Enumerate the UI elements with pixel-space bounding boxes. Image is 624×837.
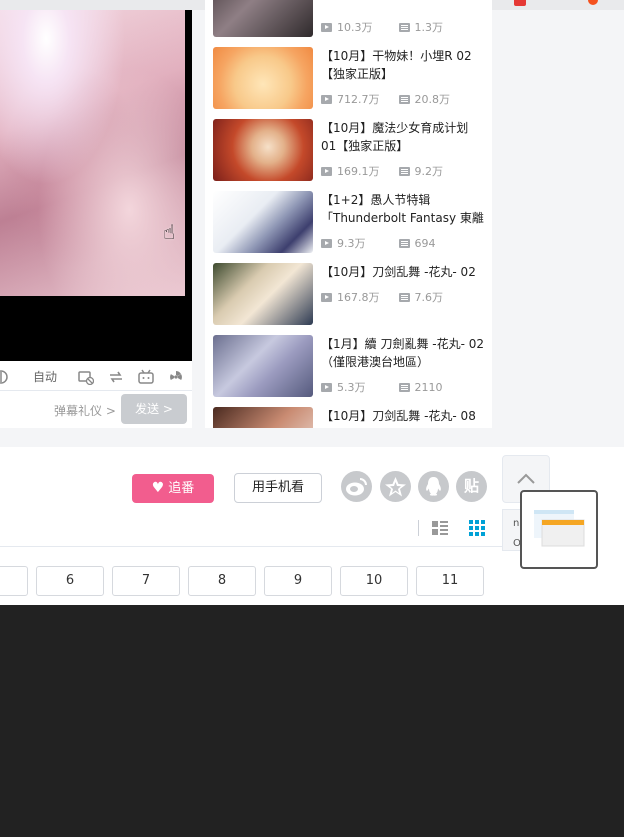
grid-view-icon[interactable] [469, 520, 485, 536]
play-count: 9.3万 [337, 237, 366, 250]
danmaku-count-icon [398, 23, 410, 32]
video-stats: 9.3万 694 [321, 235, 446, 251]
danmaku-count: 20.8万 [414, 93, 451, 106]
video-stats: 10.3万 1.3万 [321, 19, 453, 35]
danmaku-count: 694 [414, 237, 436, 250]
video-thumbnail[interactable] [213, 335, 313, 397]
danmaku-send-row: 弹幕礼仪 > 发送 > [0, 391, 192, 428]
mini-window-icon [534, 510, 585, 547]
danmaku-count: 1.3万 [414, 21, 444, 34]
play-count-icon [321, 23, 332, 32]
watch-on-mobile-button[interactable]: 用手机看 [234, 473, 322, 503]
mini-player-button[interactable] [520, 490, 598, 569]
side-panel-tab[interactable]: n O [502, 509, 522, 551]
tieba-icon[interactable]: 贴 [456, 471, 487, 502]
video-thumbnail[interactable] [213, 119, 313, 181]
episode-button[interactable]: 8 [188, 566, 256, 596]
play-count: 169.1万 [337, 165, 380, 178]
list-item[interactable]: 【10月】刀剑乱舞 -花丸- 08 [213, 407, 488, 428]
hand-cursor-icon: ☝ [163, 220, 176, 244]
radiation-icon[interactable] [168, 369, 184, 385]
video-title[interactable]: 【10月】干物妹！小埋R 02【独家正版】 [321, 47, 486, 83]
chevron-up-icon [517, 473, 535, 484]
play-count-icon [321, 383, 332, 392]
play-count: 167.8万 [337, 291, 380, 304]
video-thumbnail[interactable] [213, 47, 313, 109]
episode-button[interactable]: 11 [416, 566, 484, 596]
video-thumbnail[interactable] [213, 407, 313, 428]
loop-icon[interactable] [108, 369, 124, 385]
danmaku-count: 2110 [414, 381, 443, 394]
play-count: 712.7万 [337, 93, 380, 106]
play-count-icon [321, 95, 332, 104]
video-frame [0, 10, 185, 296]
danmaku-count-icon [398, 239, 410, 248]
video-title[interactable]: 【10月】魔法少女育成计划 01【独家正版】 [321, 119, 486, 155]
follow-bangumi-button[interactable]: ♥ 追番 [132, 474, 214, 503]
episode-button[interactable] [0, 566, 28, 596]
danmaku-count-icon [398, 95, 410, 104]
video-screen[interactable]: ☝ [0, 10, 192, 361]
danmaku-count-icon [398, 293, 410, 302]
play-count-icon [321, 167, 332, 176]
video-title[interactable]: 【10月】刀剑乱舞 -花丸- 08 [321, 407, 486, 425]
block-danmaku-icon[interactable] [78, 369, 94, 385]
heart-icon: ♥ [151, 480, 165, 496]
qq-icon[interactable] [418, 471, 449, 502]
page-footer [0, 605, 624, 837]
danmaku-toggle-icon[interactable] [0, 370, 8, 384]
video-stats: 167.8万 7.6万 [321, 289, 453, 305]
play-count: 10.3万 [337, 21, 373, 34]
list-item[interactable]: 【10月】干物妹！小埋R 02【独家正版】 712.7万 20.8万 [213, 47, 488, 109]
extension-red-icon[interactable] [514, 0, 526, 6]
list-item[interactable]: 【10月】魔法少女育成计划 01【独家正版】 169.1万 9.2万 [213, 119, 488, 181]
video-stats: 712.7万 20.8万 [321, 91, 460, 107]
video-stats: 169.1万 9.2万 [321, 163, 453, 179]
list-view-icon[interactable] [432, 520, 448, 536]
danmaku-count-icon [398, 383, 410, 392]
list-item[interactable]: 【1+2】愚人节特辑「Thunderbolt Fantasy 東離劍 9.3万 … [213, 191, 488, 253]
view-divider [418, 520, 419, 536]
danmaku-count: 7.6万 [414, 291, 444, 304]
list-item[interactable]: 10.3万 1.3万 [213, 0, 488, 37]
auto-quality-label[interactable]: 自动 [33, 368, 57, 385]
play-count: 5.3万 [337, 381, 366, 394]
video-thumbnail[interactable] [213, 0, 313, 37]
player-controls: 自动 [0, 361, 192, 391]
play-count-icon [321, 239, 332, 248]
bilibili-tv-icon[interactable] [138, 369, 154, 385]
episode-button[interactable]: 10 [340, 566, 408, 596]
video-stats: 5.3万 2110 [321, 379, 453, 395]
weibo-icon[interactable] [341, 471, 372, 502]
top-area: ☝ 自动 弹幕礼仪 > 发送 > 10.3万 1.3万 【10月】干物妹！小埋R… [0, 0, 624, 447]
recommend-list: 10.3万 1.3万 【10月】干物妹！小埋R 02【独家正版】 712.7万 … [205, 0, 492, 428]
danmaku-count-icon [398, 167, 410, 176]
video-title[interactable]: 【10月】刀剑乱舞 -花丸- 02 [321, 263, 486, 281]
follow-label: 追番 [168, 481, 195, 496]
video-title[interactable]: 【1+2】愚人节特辑「Thunderbolt Fantasy 東離劍 [321, 191, 486, 227]
play-count-icon [321, 293, 332, 302]
danmaku-etiquette-link[interactable]: 弹幕礼仪 > [54, 402, 116, 419]
video-thumbnail[interactable] [213, 191, 313, 253]
video-thumbnail[interactable] [213, 263, 313, 325]
extension-orange-icon[interactable] [588, 0, 598, 5]
video-player: ☝ 自动 弹幕礼仪 > 发送 > [0, 10, 192, 428]
episode-button[interactable]: 9 [264, 566, 332, 596]
video-title[interactable]: 【1月】續 刀劍亂舞 -花丸- 02（僅限港澳台地區） [321, 335, 486, 371]
episode-button[interactable]: 6 [36, 566, 104, 596]
send-danmaku-button[interactable]: 发送 > [121, 394, 187, 424]
list-item[interactable]: 【1月】續 刀劍亂舞 -花丸- 02（僅限港澳台地區） 5.3万 2110 [213, 335, 488, 397]
section-divider [0, 546, 502, 547]
qzone-icon[interactable] [380, 471, 411, 502]
danmaku-count: 9.2万 [414, 165, 444, 178]
episode-button[interactable]: 7 [112, 566, 180, 596]
list-item[interactable]: 【10月】刀剑乱舞 -花丸- 02 167.8万 7.6万 [213, 263, 488, 325]
